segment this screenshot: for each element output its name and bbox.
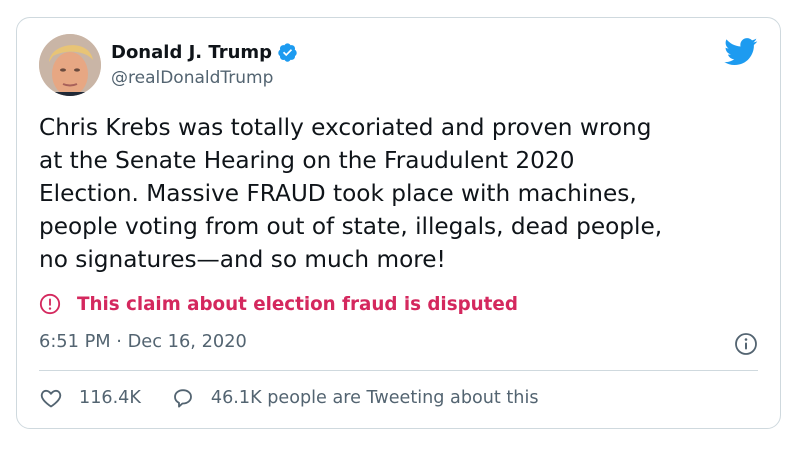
author-block[interactable]: Donald J. Trump @realDonaldTrump [111, 40, 298, 88]
avatar-image [39, 34, 101, 96]
heart-icon [40, 389, 62, 408]
tweet-text: Chris Krebs was totally excoriated and p… [39, 114, 663, 273]
divider [39, 370, 758, 371]
conversation-text: 46.1K people are Tweeting about this [210, 388, 539, 408]
author-display-name[interactable]: Donald J. Trump [111, 42, 272, 63]
tweet-actions: 116.4K 46.1K people are Tweeting about t… [39, 386, 539, 410]
disputed-claim-warning[interactable]: This claim about election fraud is dispu… [39, 293, 518, 315]
verified-badge-icon [277, 42, 298, 63]
author-handle[interactable]: @realDonaldTrump [111, 68, 298, 88]
info-icon[interactable] [734, 332, 758, 356]
like-count: 116.4K [79, 388, 141, 408]
name-row: Donald J. Trump [111, 40, 298, 64]
avatar[interactable] [39, 34, 101, 96]
tweet-timestamp[interactable]: 6:51 PM · Dec 16, 2020 [39, 331, 247, 352]
tweet-card[interactable]: Donald J. Trump @realDonaldTrump Chris K… [16, 17, 781, 429]
exclamation-circle-icon [39, 293, 61, 315]
warning-text[interactable]: This claim about election fraud is dispu… [77, 294, 518, 315]
conversation-button[interactable]: 46.1K people are Tweeting about this [171, 386, 539, 410]
speech-bubble-icon [174, 389, 192, 408]
twitter-bird-icon[interactable] [724, 38, 758, 66]
like-button[interactable]: 116.4K [39, 386, 141, 410]
